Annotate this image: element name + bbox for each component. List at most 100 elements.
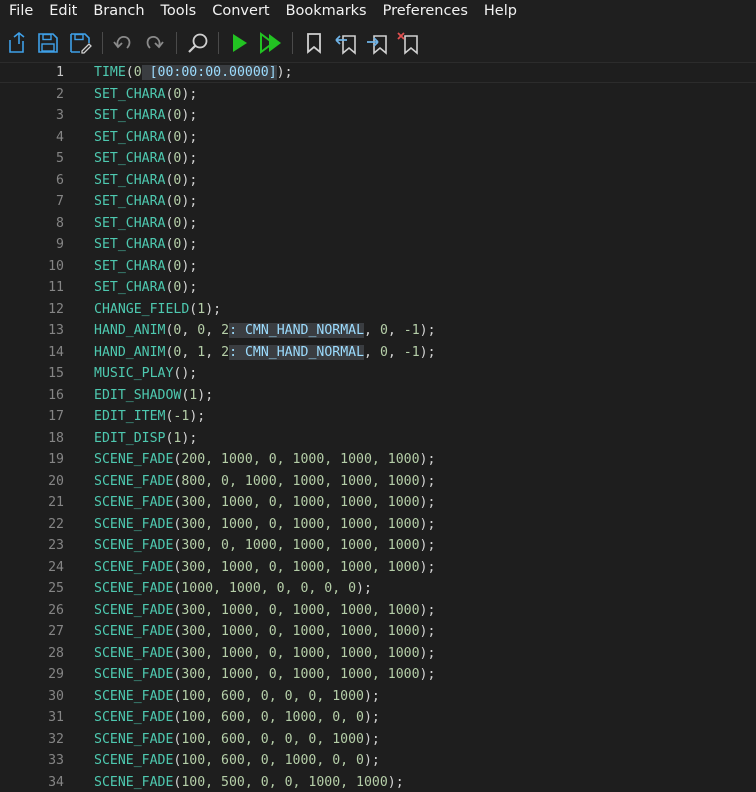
menu-edit[interactable]: Edit <box>41 0 85 22</box>
code-text: SCENE_FADE(300, 1000, 0, 1000, 1000, 100… <box>94 492 435 514</box>
close-paren: ); <box>419 516 436 532</box>
code-line[interactable]: 33 SCENE_FADE(100, 600, 0, 1000, 0, 0); <box>0 750 756 772</box>
separator: , <box>205 323 222 338</box>
save-as-button[interactable] <box>68 31 92 55</box>
code-line[interactable]: 10 SET_CHARA(0); <box>0 256 756 278</box>
code-text: SCENE_FADE(100, 600, 0, 1000, 0, 0); <box>94 707 380 729</box>
code-line[interactable]: 25 SCENE_FADE(1000, 1000, 0, 0, 0, 0); <box>0 578 756 600</box>
menu-branch[interactable]: Branch <box>85 0 152 22</box>
code-line[interactable]: 6 SET_CHARA(0); <box>0 170 756 192</box>
line-number: 30 <box>48 688 64 704</box>
code-line[interactable]: 1 TIME(0 [00:00:00.00000]); <box>0 62 756 84</box>
code-line[interactable]: 17 EDIT_ITEM(-1); <box>0 406 756 428</box>
argument-value: 100, 500, 0, 0, 1000, 1000 <box>181 774 388 790</box>
menu-file[interactable]: File <box>0 0 41 22</box>
code-line[interactable]: 3 SET_CHARA(0); <box>0 105 756 127</box>
close-paren: ); <box>419 624 436 639</box>
code-text: SCENE_FADE(300, 1000, 0, 1000, 1000, 100… <box>94 600 435 622</box>
bookmark-next-icon <box>367 35 387 55</box>
code-text: SCENE_FADE(100, 600, 0, 0, 0, 1000); <box>94 686 380 708</box>
line-number: 21 <box>48 495 64 510</box>
code-line[interactable]: 31 SCENE_FADE(100, 600, 0, 1000, 0, 0); <box>0 707 756 729</box>
clear-bookmarks-button[interactable] <box>396 31 420 55</box>
line-number: 17 <box>48 409 64 424</box>
code-line[interactable]: 21 SCENE_FADE(300, 1000, 0, 1000, 1000, 1… <box>0 492 756 514</box>
argument-value: -1 <box>173 409 190 424</box>
code-line[interactable]: 14 HAND_ANIM(0, 1, 2: CMN_HAND_NORMAL, 0,… <box>0 342 756 364</box>
argument-value: 200, 1000, 0, 1000, 1000, 1000 <box>181 452 420 467</box>
undo-button[interactable] <box>111 31 135 55</box>
save-button[interactable] <box>36 31 60 55</box>
code-line[interactable]: 2 SET_CHARA(0); <box>0 84 756 106</box>
code-line[interactable]: 20 SCENE_FADE(800, 0, 1000, 1000, 1000, 1… <box>0 471 756 493</box>
bookmark-previous-icon <box>335 35 356 55</box>
function-name: EDIT_SHADOW <box>94 387 182 403</box>
run-to-button[interactable] <box>258 31 282 55</box>
line-number: 19 <box>48 452 64 467</box>
save-as-icon <box>70 33 92 54</box>
code-line[interactable]: 7 SET_CHARA(0); <box>0 191 756 213</box>
code-line[interactable]: 22 SCENE_FADE(300, 1000, 0, 1000, 1000, 1… <box>0 514 756 536</box>
argument-value: 100, 600, 0, 1000, 0, 0 <box>181 710 364 725</box>
close-paren: ); <box>181 86 198 102</box>
close-paren: ); <box>181 108 198 123</box>
code-text: SCENE_FADE(300, 1000, 0, 1000, 1000, 100… <box>94 643 435 665</box>
run-icon <box>233 34 247 52</box>
code-line[interactable]: 34 SCENE_FADE(100, 500, 0, 0, 1000, 1000)… <box>0 772 756 792</box>
close-paren: ); <box>419 344 436 360</box>
code-editor[interactable]: 1 TIME(0 [00:00:00.00000]); 2 SET_CHARA(0);… <box>0 62 756 792</box>
run-button[interactable] <box>227 31 251 55</box>
menu-help[interactable]: Help <box>476 0 525 22</box>
code-line[interactable]: 32 SCENE_FADE(100, 600, 0, 0, 0, 1000); <box>0 729 756 751</box>
function-name: SCENE_FADE <box>94 473 174 489</box>
code-line[interactable]: 11 SET_CHARA(0); <box>0 277 756 299</box>
code-line[interactable]: 29 SCENE_FADE(300, 1000, 0, 1000, 1000, 1… <box>0 664 756 686</box>
close-paren: ); <box>363 731 380 747</box>
close-paren: ); <box>363 753 380 768</box>
argument-value: 2 <box>221 344 230 360</box>
line-number: 12 <box>48 301 64 317</box>
code-line[interactable]: 30 SCENE_FADE(100, 600, 0, 0, 0, 1000); <box>0 686 756 708</box>
close-paren: ); <box>419 495 436 510</box>
code-line[interactable]: 8 SET_CHARA(0); <box>0 213 756 235</box>
code-line[interactable]: 27 SCENE_FADE(300, 1000, 0, 1000, 1000, 1… <box>0 621 756 643</box>
close-paren: ); <box>181 430 198 446</box>
code-line[interactable]: 19 SCENE_FADE(200, 1000, 0, 1000, 1000, 1… <box>0 449 756 471</box>
code-line[interactable]: 16 EDIT_SHADOW(1); <box>0 385 756 407</box>
code-line[interactable]: 23 SCENE_FADE(300, 0, 1000, 1000, 1000, 1… <box>0 535 756 557</box>
code-line[interactable]: 18 EDIT_DISP(1); <box>0 428 756 450</box>
bookmark-button[interactable] <box>302 31 326 55</box>
code-line[interactable]: 9 SET_CHARA(0); <box>0 234 756 256</box>
code-line[interactable]: 13 HAND_ANIM(0, 0, 2: CMN_HAND_NORMAL, 0,… <box>0 320 756 342</box>
open-file-button[interactable] <box>5 31 29 55</box>
redo-button[interactable] <box>142 31 166 55</box>
separator: , <box>181 344 198 360</box>
menu-bookmarks[interactable]: Bookmarks <box>278 0 375 22</box>
code-line[interactable]: 12 CHANGE_FIELD(1); <box>0 299 756 321</box>
menu-preferences[interactable]: Preferences <box>375 0 476 22</box>
menu-convert[interactable]: Convert <box>204 0 277 22</box>
close-paren: ); <box>419 452 436 467</box>
function-name: SET_CHARA <box>94 237 166 252</box>
menu-tools[interactable]: Tools <box>153 0 205 22</box>
search-button[interactable] <box>186 31 210 55</box>
line-number: 31 <box>48 710 64 725</box>
argument-value: 300, 0, 1000, 1000, 1000, 1000 <box>181 538 420 553</box>
line-number: 20 <box>48 473 64 489</box>
value-annotation: [00:00:00.00000] <box>141 65 277 80</box>
next-bookmark-button[interactable] <box>365 31 389 55</box>
code-line[interactable]: 15 MUSIC_PLAY(); <box>0 363 756 385</box>
code-line[interactable]: 4 SET_CHARA(0); <box>0 127 756 149</box>
code-line[interactable]: 26 SCENE_FADE(300, 1000, 0, 1000, 1000, 1… <box>0 600 756 622</box>
function-name: CHANGE_FIELD <box>94 301 190 317</box>
code-line[interactable]: 5 SET_CHARA(0); <box>0 148 756 170</box>
code-line[interactable]: 28 SCENE_FADE(300, 1000, 0, 1000, 1000, 1… <box>0 643 756 665</box>
argument-value: 300, 1000, 0, 1000, 1000, 1000 <box>181 667 420 682</box>
previous-bookmark-button[interactable] <box>334 31 358 55</box>
function-name: SET_CHARA <box>94 172 166 188</box>
code-line[interactable]: 24 SCENE_FADE(300, 1000, 0, 1000, 1000, 1… <box>0 557 756 579</box>
function-name: SET_CHARA <box>94 194 166 209</box>
close-paren: ); <box>181 366 198 381</box>
separator: , <box>364 344 380 360</box>
close-paren: ); <box>356 581 372 596</box>
